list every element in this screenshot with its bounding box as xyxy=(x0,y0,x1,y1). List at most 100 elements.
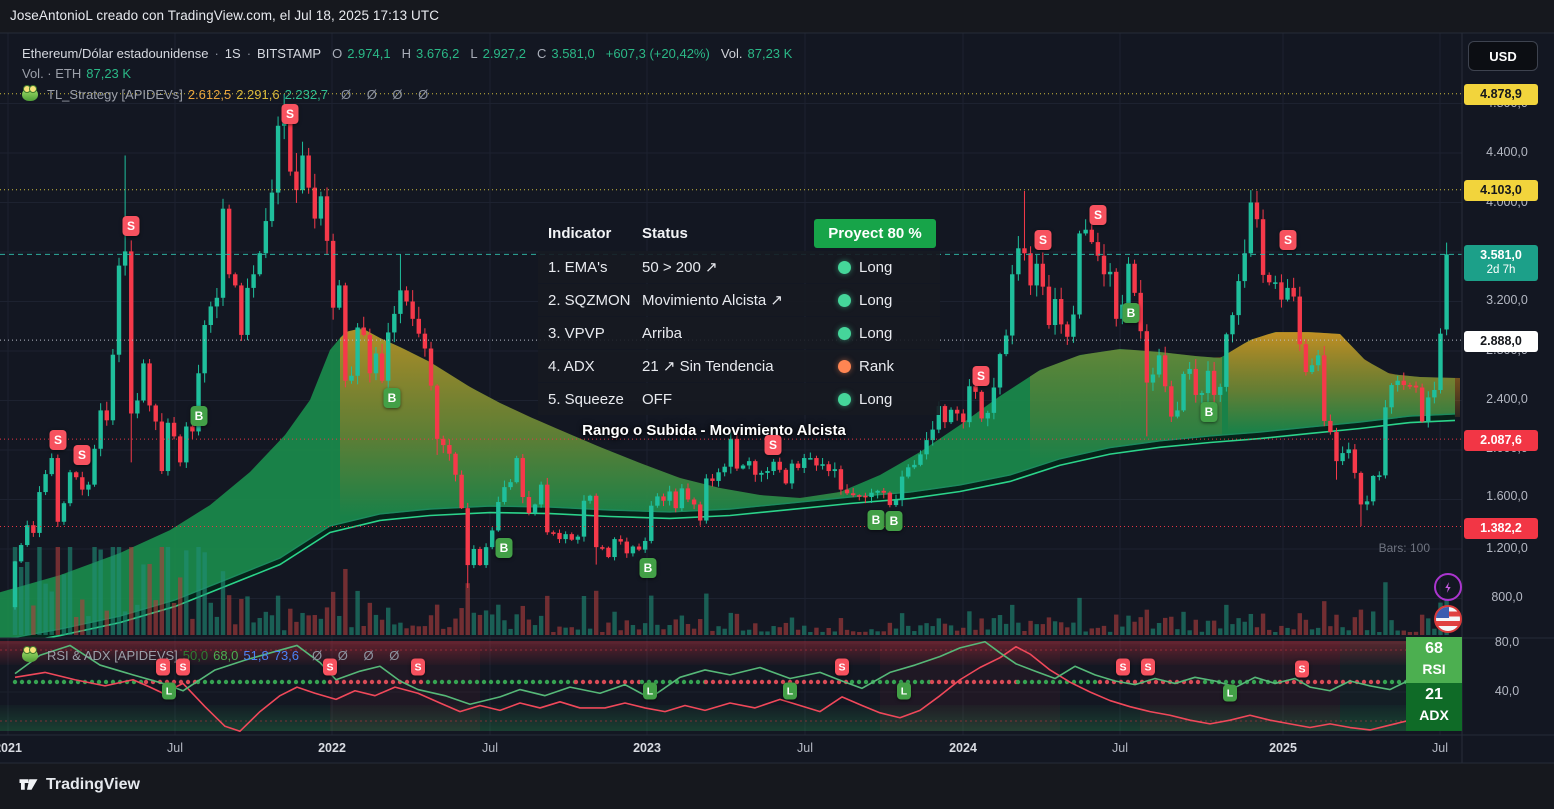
time-axis-label: 2024 xyxy=(949,741,977,755)
adx-value: 73,6 xyxy=(274,648,299,663)
rsi-long-marker: L xyxy=(783,683,797,700)
rsi-last-value-badge: 68 RSI xyxy=(1406,637,1462,683)
exchange: BITSTAMP xyxy=(257,46,321,61)
price-axis-label: 1.200,0 xyxy=(1466,541,1548,555)
currency-toggle-button[interactable]: USD xyxy=(1468,41,1538,71)
price-axis-label: 4.400,0 xyxy=(1466,145,1548,159)
rsi-long-marker: L xyxy=(897,683,911,700)
table-row: 5. Squeeze OFF Long xyxy=(538,383,940,415)
sell-signal-marker: S xyxy=(1035,230,1052,250)
signal-dot xyxy=(838,327,851,340)
symbol-legend[interactable]: Ethereum/Dólar estadounidense · 1S · BIT… xyxy=(22,46,792,61)
price-axis-label: 3.200,0 xyxy=(1466,293,1548,307)
strategy-value: 2.291,6 xyxy=(236,87,279,102)
table-col-status: Status xyxy=(642,225,814,242)
sell-signal-marker: S xyxy=(74,445,91,465)
rsi-sell-marker: S xyxy=(411,659,425,676)
sell-signal-marker: S xyxy=(765,435,782,455)
adx-last-value-badge: 21 ADX xyxy=(1406,683,1462,731)
sell-signal-marker: S xyxy=(973,366,990,386)
rsi-long-marker: L xyxy=(162,683,176,700)
sell-signal-marker: S xyxy=(1090,205,1107,225)
alerts-lightning-icon[interactable] xyxy=(1434,573,1462,601)
sell-signal-marker: S xyxy=(123,216,140,236)
close-value: 3.581,0 xyxy=(551,46,594,61)
buy-signal-marker: B xyxy=(868,510,885,530)
strategy-legend[interactable]: TL_Strategy [APIDEVs] 2.612,5 2.291,6 2.… xyxy=(22,87,434,102)
buy-signal-marker: B xyxy=(1201,402,1218,422)
price-axis-badge: 4.878,9 xyxy=(1464,84,1538,105)
volume-legend: Vol. · ETH 87,23 K xyxy=(22,66,131,81)
rsi-sell-marker: S xyxy=(1295,661,1309,678)
buy-signal-marker: B xyxy=(1123,303,1140,323)
rsi-sell-marker: S xyxy=(1116,659,1130,676)
low-value: 2.927,2 xyxy=(483,46,526,61)
price-axis-badge: 4.103,0 xyxy=(1464,180,1538,201)
table-row: 3. VPVP Arriba Long xyxy=(538,317,940,349)
rsi-axis-label: 80,0 xyxy=(1466,635,1548,649)
strategy-signal-table: Indicator Status Proyect 80 % 1. EMA's 5… xyxy=(538,217,940,439)
sell-signal-marker: S xyxy=(1280,230,1297,250)
rsi-long-marker: L xyxy=(643,683,657,700)
buy-signal-marker: B xyxy=(496,538,513,558)
time-axis-label: 2023 xyxy=(633,741,661,755)
proyect-chip: Proyect 80 % xyxy=(814,219,936,248)
tradingview-logo[interactable]: TradingView xyxy=(18,774,140,795)
table-row: 4. ADX 21 ↗ Sin Tendencia Rank xyxy=(538,350,940,382)
adx-value: 51,8 xyxy=(243,648,268,663)
table-row: 1. EMA's 50 > 200 ↗ Long xyxy=(538,251,940,283)
time-axis-label: Jul xyxy=(482,741,498,755)
price-axis-label: 2.400,0 xyxy=(1466,392,1548,406)
timeframe[interactable]: 1S xyxy=(225,46,241,61)
sell-signal-marker: S xyxy=(282,104,299,124)
time-axis-label: 2022 xyxy=(318,741,346,755)
tradingview-mark-icon xyxy=(18,774,39,795)
time-axis-label: Jul xyxy=(1112,741,1128,755)
tradingview-brand-text: TradingView xyxy=(46,776,140,794)
rsi-long-marker: L xyxy=(1223,685,1237,702)
price-axis-badge: 1.382,2 xyxy=(1464,518,1538,539)
signal-dot xyxy=(838,360,851,373)
economic-calendar-flag-icon[interactable] xyxy=(1434,605,1462,633)
signal-dot xyxy=(838,393,851,406)
high-value: 3.676,2 xyxy=(416,46,459,61)
flag-canton xyxy=(1436,607,1449,618)
time-axis-label: 2025 xyxy=(1269,741,1297,755)
rsi-axis-label: 40,0 xyxy=(1466,684,1548,698)
bars-counter: Bars: 100 xyxy=(1330,541,1430,555)
time-axis-label: 2021 xyxy=(0,741,22,755)
sell-signal-marker: S xyxy=(50,430,67,450)
table-footer-status: Rango o Subida - Movimiento Alcista xyxy=(538,422,890,439)
symbol-title[interactable]: Ethereum/Dólar estadounidense xyxy=(22,46,208,61)
frog-icon xyxy=(22,88,38,101)
buy-signal-marker: B xyxy=(384,388,401,408)
strategy-name[interactable]: TL_Strategy [APIDEVs] xyxy=(47,87,183,102)
rsi-sell-marker: S xyxy=(176,659,190,676)
rsi-sell-marker: S xyxy=(156,659,170,676)
change-value: +607,3 (+20,42%) xyxy=(606,46,710,61)
rsi-sell-marker: S xyxy=(323,659,337,676)
open-value: 2.974,1 xyxy=(347,46,390,61)
signal-dot xyxy=(838,261,851,274)
table-col-indicator: Indicator xyxy=(538,225,642,242)
time-axis-label: Jul xyxy=(1432,741,1448,755)
price-axis-badge: 2.888,0 xyxy=(1464,331,1538,352)
price-axis-label: 1.600,0 xyxy=(1466,489,1548,503)
price-axis-badge: 2.087,6 xyxy=(1464,430,1538,451)
price-axis-label: 800,0 xyxy=(1466,590,1548,604)
volume-value: 87,23 K xyxy=(748,46,793,61)
table-row: 2. SQZMON Movimiento Alcista ↗ Long xyxy=(538,284,940,316)
rsi-sell-marker: S xyxy=(1141,659,1155,676)
rsi-adx-legend[interactable]: RSI & ADX [APIDEVS] 50,0 68,0 51,8 73,6 … xyxy=(22,648,405,663)
rsi-value: 68,0 xyxy=(213,648,238,663)
buy-signal-marker: B xyxy=(886,511,903,531)
buy-signal-marker: B xyxy=(640,558,657,578)
strategy-value: 2.612,5 xyxy=(188,87,231,102)
buy-signal-marker: B xyxy=(191,406,208,426)
time-axis-label: Jul xyxy=(797,741,813,755)
watermark-attribution: JoseAntonioL creado con TradingView.com,… xyxy=(10,8,439,23)
signal-dot xyxy=(838,294,851,307)
frog-icon xyxy=(22,649,38,662)
time-axis-label: Jul xyxy=(167,741,183,755)
price-axis-badge: 3.581,02d 7h xyxy=(1464,245,1538,281)
